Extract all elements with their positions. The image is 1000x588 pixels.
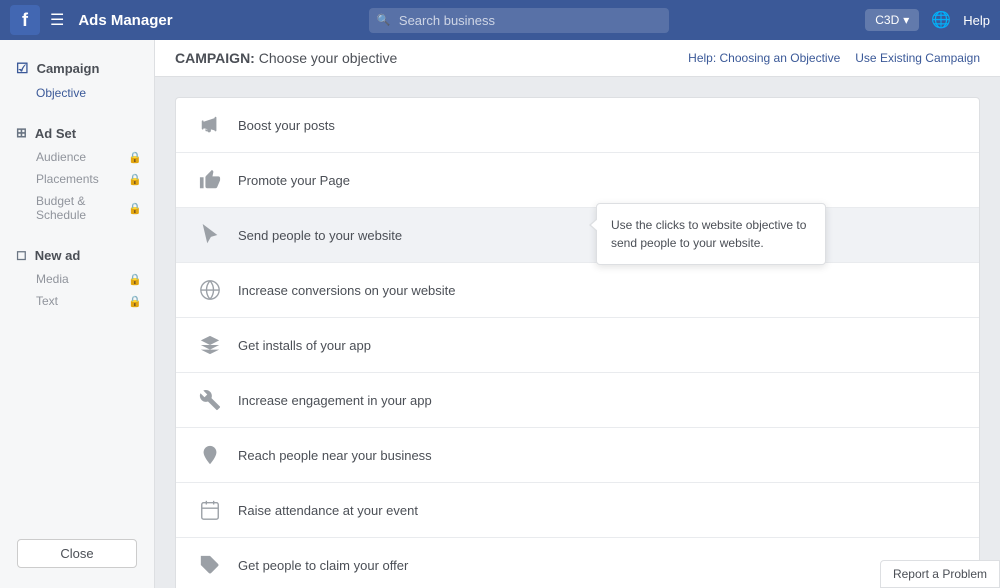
cursor-icon (196, 221, 224, 249)
sidebar-newad-header: ◻ New ad (0, 242, 154, 268)
help-choosing-link[interactable]: Help: Choosing an Objective (688, 51, 840, 65)
objective-item-get-installs[interactable]: Get installs of your app (176, 318, 979, 373)
help-label[interactable]: Help (963, 13, 990, 28)
budget-label: Budget & Schedule (36, 194, 128, 222)
close-button[interactable]: Close (17, 539, 137, 568)
globe-icon (196, 276, 224, 304)
adset-icon: ⊞ (16, 125, 27, 141)
audience-label: Audience (36, 150, 86, 164)
topbar-right: C3D ▾ 🌐 Help (865, 9, 990, 31)
sidebar-item-budget[interactable]: Budget & Schedule 🔒 (36, 190, 154, 226)
objective-label-increase-conversions: Increase conversions on your website (238, 283, 959, 298)
sidebar-adset-section: ⊞ Ad Set Audience 🔒 Placements 🔒 Budget … (0, 120, 154, 226)
media-label: Media (36, 272, 69, 286)
objective-item-promote-page[interactable]: Promote your Page (176, 153, 979, 208)
objective-item-raise-attendance[interactable]: Raise attendance at your event (176, 483, 979, 538)
newad-label: New ad (35, 248, 81, 263)
budget-lock-icon: 🔒 (128, 202, 142, 215)
search-input[interactable] (369, 8, 669, 33)
sidebar-item-objective[interactable]: Objective (36, 82, 154, 104)
objective-label-promote-page: Promote your Page (238, 173, 959, 188)
tag-icon (196, 551, 224, 579)
sidebar-campaign-header: ☑ Campaign (0, 55, 154, 82)
objective-label-increase-engagement: Increase engagement in your app (238, 393, 959, 408)
tooltip-arrow-inner (591, 218, 599, 232)
objective-label-reach-people-near: Reach people near your business (238, 448, 959, 463)
objective-label-boost-posts: Boost your posts (238, 118, 959, 133)
campaign-check-icon: ☑ (16, 60, 29, 77)
newad-icon: ◻ (16, 247, 27, 263)
placements-lock-icon: 🔒 (128, 173, 142, 186)
sidebar-item-media[interactable]: Media 🔒 (36, 268, 154, 290)
sidebar-adset-header: ⊞ Ad Set (0, 120, 154, 146)
menu-icon[interactable]: ☰ (50, 10, 64, 30)
page-subtitle: Choose your objective (259, 50, 398, 66)
text-lock-icon: 🔒 (128, 295, 142, 308)
box3d-icon (196, 331, 224, 359)
objectives-section: Boost your posts Promote your Page Send pe… (155, 77, 1000, 588)
objective-label-get-people-claim: Get people to claim your offer (238, 558, 959, 573)
sidebar-campaign-sub: Objective (0, 82, 154, 104)
objective-item-get-people-claim[interactable]: Get people to claim your offer (176, 538, 979, 588)
sidebar-item-text[interactable]: Text 🔒 (36, 290, 154, 312)
objective-label: Objective (36, 86, 86, 100)
sidebar-newad-sub: Media 🔒 Text 🔒 (0, 268, 154, 312)
sidebar-item-placements[interactable]: Placements 🔒 (36, 168, 154, 190)
sidebar-adset-sub: Audience 🔒 Placements 🔒 Budget & Schedul… (0, 146, 154, 226)
objective-item-send-people-website[interactable]: Send people to your websiteUse the click… (176, 208, 979, 263)
objective-item-boost-posts[interactable]: Boost your posts (176, 98, 979, 153)
topbar: f ☰ Ads Manager C3D ▾ 🌐 Help (0, 0, 1000, 40)
adset-label: Ad Set (35, 126, 76, 141)
chevron-down-icon: ▾ (903, 13, 909, 27)
account-button[interactable]: C3D ▾ (865, 9, 919, 31)
media-lock-icon: 🔒 (128, 273, 142, 286)
use-existing-link[interactable]: Use Existing Campaign (855, 51, 980, 65)
objective-item-increase-engagement[interactable]: Increase engagement in your app (176, 373, 979, 428)
megaphone-icon (196, 111, 224, 139)
main-layout: ☑ Campaign Objective ⊞ Ad Set Audience 🔒 (0, 40, 1000, 588)
text-label: Text (36, 294, 58, 308)
content-header: CAMPAIGN: Choose your objective Help: Ch… (155, 40, 1000, 77)
objective-item-increase-conversions[interactable]: Increase conversions on your website (176, 263, 979, 318)
search-area (369, 8, 669, 33)
wrench-icon (196, 386, 224, 414)
calendar-icon (196, 496, 224, 524)
main-content: CAMPAIGN: Choose your objective Help: Ch… (155, 40, 1000, 588)
placements-label: Placements (36, 172, 99, 186)
sidebar-newad-section: ◻ New ad Media 🔒 Text 🔒 (0, 242, 154, 312)
objective-label-get-installs: Get installs of your app (238, 338, 959, 353)
objective-label-raise-attendance: Raise attendance at your event (238, 503, 959, 518)
campaign-prefix: CAMPAIGN: (175, 50, 255, 66)
pin-icon (196, 441, 224, 469)
sidebar-campaign-section: ☑ Campaign Objective (0, 55, 154, 104)
campaign-label: Campaign (37, 61, 100, 76)
header-links: Help: Choosing an Objective Use Existing… (688, 51, 980, 65)
objective-item-reach-people-near[interactable]: Reach people near your business (176, 428, 979, 483)
facebook-logo[interactable]: f (10, 5, 40, 35)
globe-icon[interactable]: 🌐 (931, 10, 951, 30)
search-wrap (369, 8, 669, 33)
objectives-list: Boost your posts Promote your Page Send pe… (175, 97, 980, 588)
tooltip-box: Use the clicks to website objective to s… (596, 203, 826, 265)
sidebar-item-audience[interactable]: Audience 🔒 (36, 146, 154, 168)
sidebar: ☑ Campaign Objective ⊞ Ad Set Audience 🔒 (0, 40, 155, 588)
page-title: CAMPAIGN: Choose your objective (175, 50, 397, 66)
audience-lock-icon: 🔒 (128, 151, 142, 164)
report-problem-button[interactable]: Report a Problem (880, 560, 1000, 588)
thumbsup-icon (196, 166, 224, 194)
app-title: Ads Manager (78, 12, 172, 29)
topbar-left: f ☰ Ads Manager (10, 5, 173, 35)
